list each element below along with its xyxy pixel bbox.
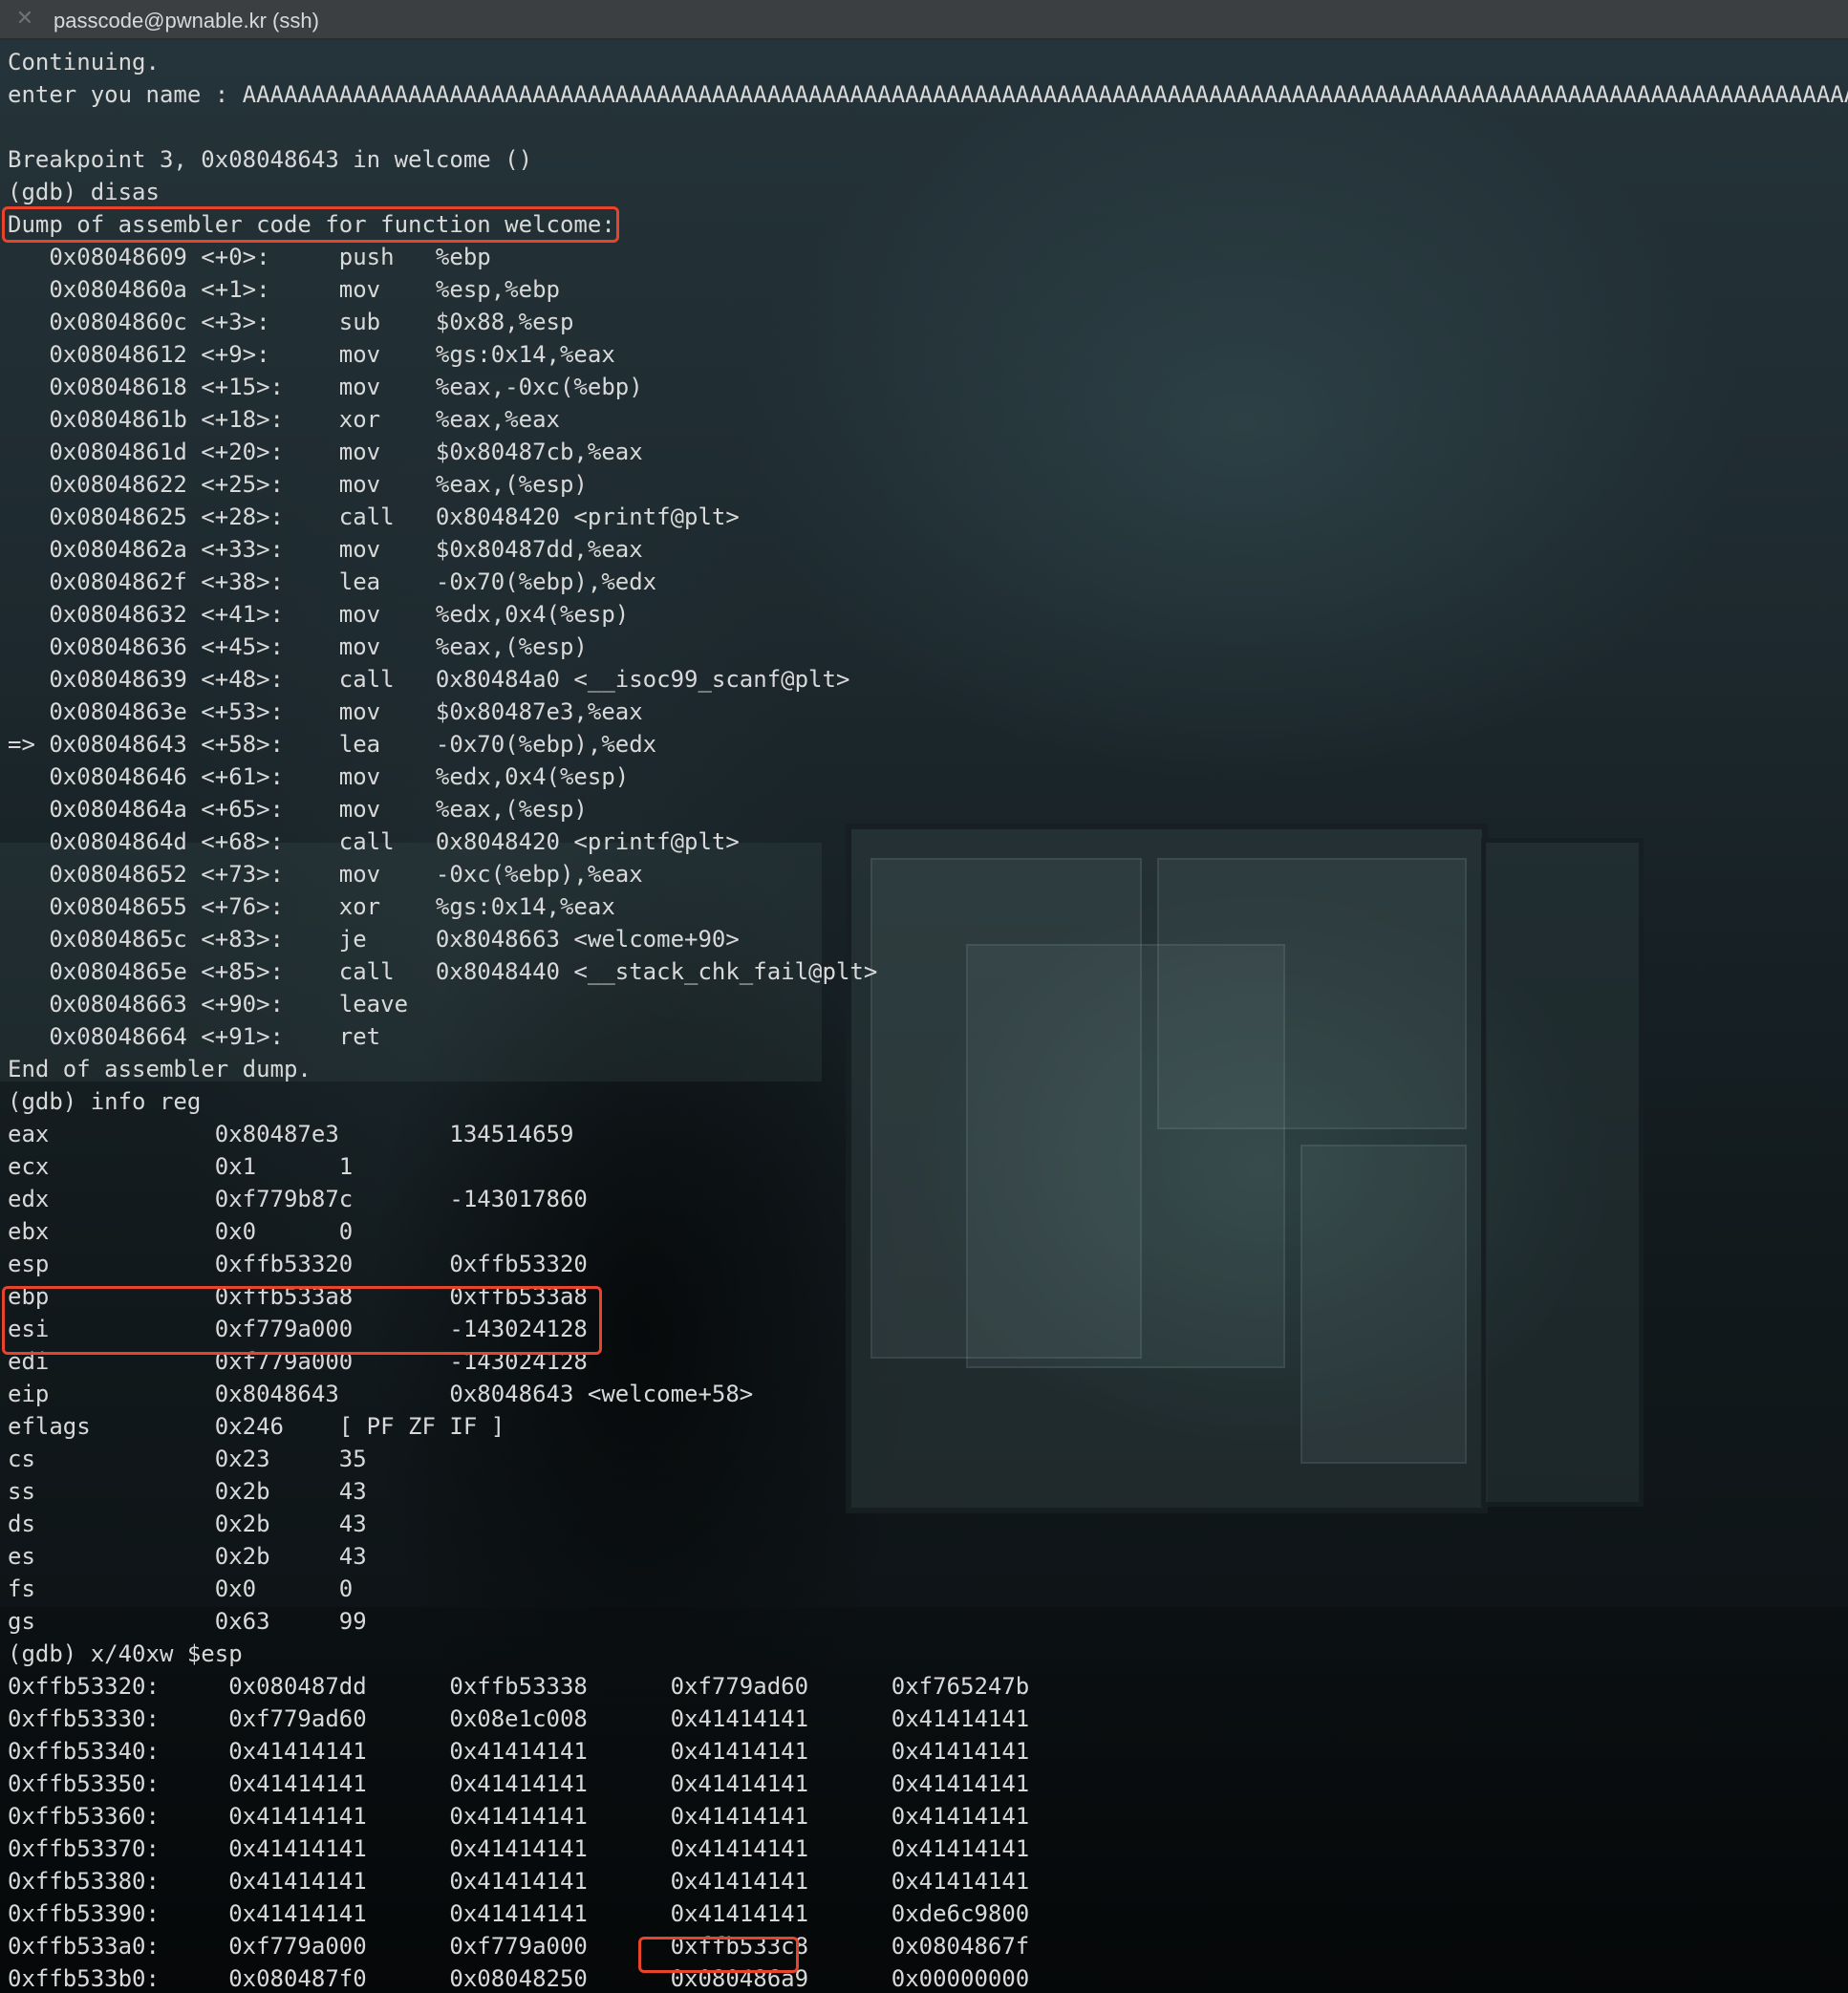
terminal-line: 0xffb53320: 0x080487dd 0xffb53338 0xf779… <box>8 1673 1030 1700</box>
terminal-line: eflags 0x246 [ PF ZF IF ] <box>8 1413 505 1440</box>
terminal-line: 0xffb53380: 0x41414141 0x41414141 0x4141… <box>8 1868 1030 1895</box>
terminal-line: eip 0x8048643 0x8048643 <welcome+58> <box>8 1381 754 1407</box>
terminal-window: ✕ passcode@pwnable.kr (ssh) Continuing. e… <box>0 0 1848 1993</box>
highlight-box-dump-header <box>2 206 619 243</box>
terminal-line: ecx 0x1 1 <box>8 1153 354 1180</box>
terminal-line: edx 0xf779b87c -143017860 <box>8 1186 588 1212</box>
terminal-line: 0xffb53390: 0x41414141 0x41414141 0x4141… <box>8 1900 1030 1927</box>
terminal-line: 0xffb533b0: 0x080487f0 0x08048250 0x0804… <box>8 1965 1030 1992</box>
terminal-line: => 0x08048643 <+58>: lea -0x70(%ebp),%ed… <box>8 731 657 758</box>
terminal-line: 0x0804860c <+3>: sub $0x88,%esp <box>8 309 574 335</box>
terminal-line: 0x08048612 <+9>: mov %gs:0x14,%eax <box>8 341 615 368</box>
window-title: passcode@pwnable.kr (ssh) <box>54 9 319 32</box>
terminal-line: 0x08048663 <+90>: leave <box>8 991 409 1018</box>
terminal-line: 0xffb53360: 0x41414141 0x41414141 0x4141… <box>8 1803 1030 1830</box>
terminal-line: 0x08048636 <+45>: mov %eax,(%esp) <box>8 633 588 660</box>
terminal-line: 0x08048622 <+25>: mov %eax,(%esp) <box>8 471 588 498</box>
terminal-line: 0x08048609 <+0>: push %ebp <box>8 244 491 270</box>
terminal-line: 0xffb533a0: 0xf779a000 0xf779a000 0xffb5… <box>8 1933 1030 1960</box>
terminal-line: (gdb) info reg <box>8 1088 202 1115</box>
terminal-line: 0x0804862a <+33>: mov $0x80487dd,%eax <box>8 536 643 563</box>
terminal-line: Continuing. <box>8 49 160 75</box>
terminal-line: ds 0x2b 43 <box>8 1511 367 1537</box>
terminal-line: gs 0x63 99 <box>8 1608 367 1635</box>
terminal-line: (gdb) x/40xw $esp <box>8 1640 243 1667</box>
terminal-line: 0x0804861d <+20>: mov $0x80487cb,%eax <box>8 439 643 465</box>
close-icon[interactable]: ✕ <box>13 8 36 31</box>
terminal-line: 0x0804860a <+1>: mov %esp,%ebp <box>8 276 560 303</box>
terminal-line: Breakpoint 3, 0x08048643 in welcome () <box>8 146 533 173</box>
terminal-line: 0xffb53350: 0x41414141 0x41414141 0x4141… <box>8 1770 1030 1797</box>
terminal-line: 0x0804865e <+85>: call 0x8048440 <__stac… <box>8 958 878 985</box>
terminal-line: enter you name : AAAAAAAAAAAAAAAAAAAAAAA… <box>8 81 1848 108</box>
terminal-output[interactable]: Continuing. enter you name : AAAAAAAAAAAA… <box>0 40 1848 1993</box>
highlight-box-stack-value <box>638 1937 799 1973</box>
terminal-line: 0x0804864a <+65>: mov %eax,(%esp) <box>8 796 588 823</box>
terminal-line: 0x08048618 <+15>: mov %eax,-0xc(%ebp) <box>8 374 643 400</box>
terminal-line: 0x08048652 <+73>: mov -0xc(%ebp),%eax <box>8 861 643 888</box>
highlight-box-esp-ebp <box>2 1286 602 1355</box>
terminal-line: 0x0804864d <+68>: call 0x8048420 <printf… <box>8 828 740 855</box>
terminal-line: 0x0804865c <+83>: je 0x8048663 <welcome+… <box>8 926 740 953</box>
terminal-line: ebx 0x0 0 <box>8 1218 354 1245</box>
terminal-line: 0x08048646 <+61>: mov %edx,0x4(%esp) <box>8 763 630 790</box>
terminal-line: 0x08048625 <+28>: call 0x8048420 <printf… <box>8 504 740 530</box>
terminal-lines: Continuing. enter you name : AAAAAAAAAAAA… <box>8 46 1848 1993</box>
terminal-line: 0x0804863e <+53>: mov $0x80487e3,%eax <box>8 698 643 725</box>
terminal-line: esp 0xffb53320 0xffb53320 <box>8 1251 588 1277</box>
terminal-line: 0x0804861b <+18>: xor %eax,%eax <box>8 406 560 433</box>
terminal-line: 0x08048655 <+76>: xor %gs:0x14,%eax <box>8 893 615 920</box>
terminal-line: cs 0x23 35 <box>8 1446 367 1472</box>
terminal-line: 0xffb53330: 0xf779ad60 0x08e1c008 0x4141… <box>8 1705 1030 1732</box>
title-bar: ✕ passcode@pwnable.kr (ssh) <box>0 0 1848 40</box>
terminal-line: 0x08048632 <+41>: mov %edx,0x4(%esp) <box>8 601 630 628</box>
terminal-line: 0xffb53340: 0x41414141 0x41414141 0x4141… <box>8 1738 1030 1765</box>
terminal-line: fs 0x0 0 <box>8 1575 354 1602</box>
terminal-line: es 0x2b 43 <box>8 1543 367 1570</box>
terminal-line: (gdb) disas <box>8 179 160 205</box>
terminal-line: 0x08048664 <+91>: ret <box>8 1023 381 1050</box>
terminal-line: End of assembler dump. <box>8 1056 312 1082</box>
terminal-line: 0x0804862f <+38>: lea -0x70(%ebp),%edx <box>8 568 657 595</box>
terminal-line: 0xffb53370: 0x41414141 0x41414141 0x4141… <box>8 1835 1030 1862</box>
terminal-line: eax 0x80487e3 134514659 <box>8 1121 574 1147</box>
terminal-line: 0x08048639 <+48>: call 0x80484a0 <__isoc… <box>8 666 850 693</box>
terminal-line: ss 0x2b 43 <box>8 1478 367 1505</box>
